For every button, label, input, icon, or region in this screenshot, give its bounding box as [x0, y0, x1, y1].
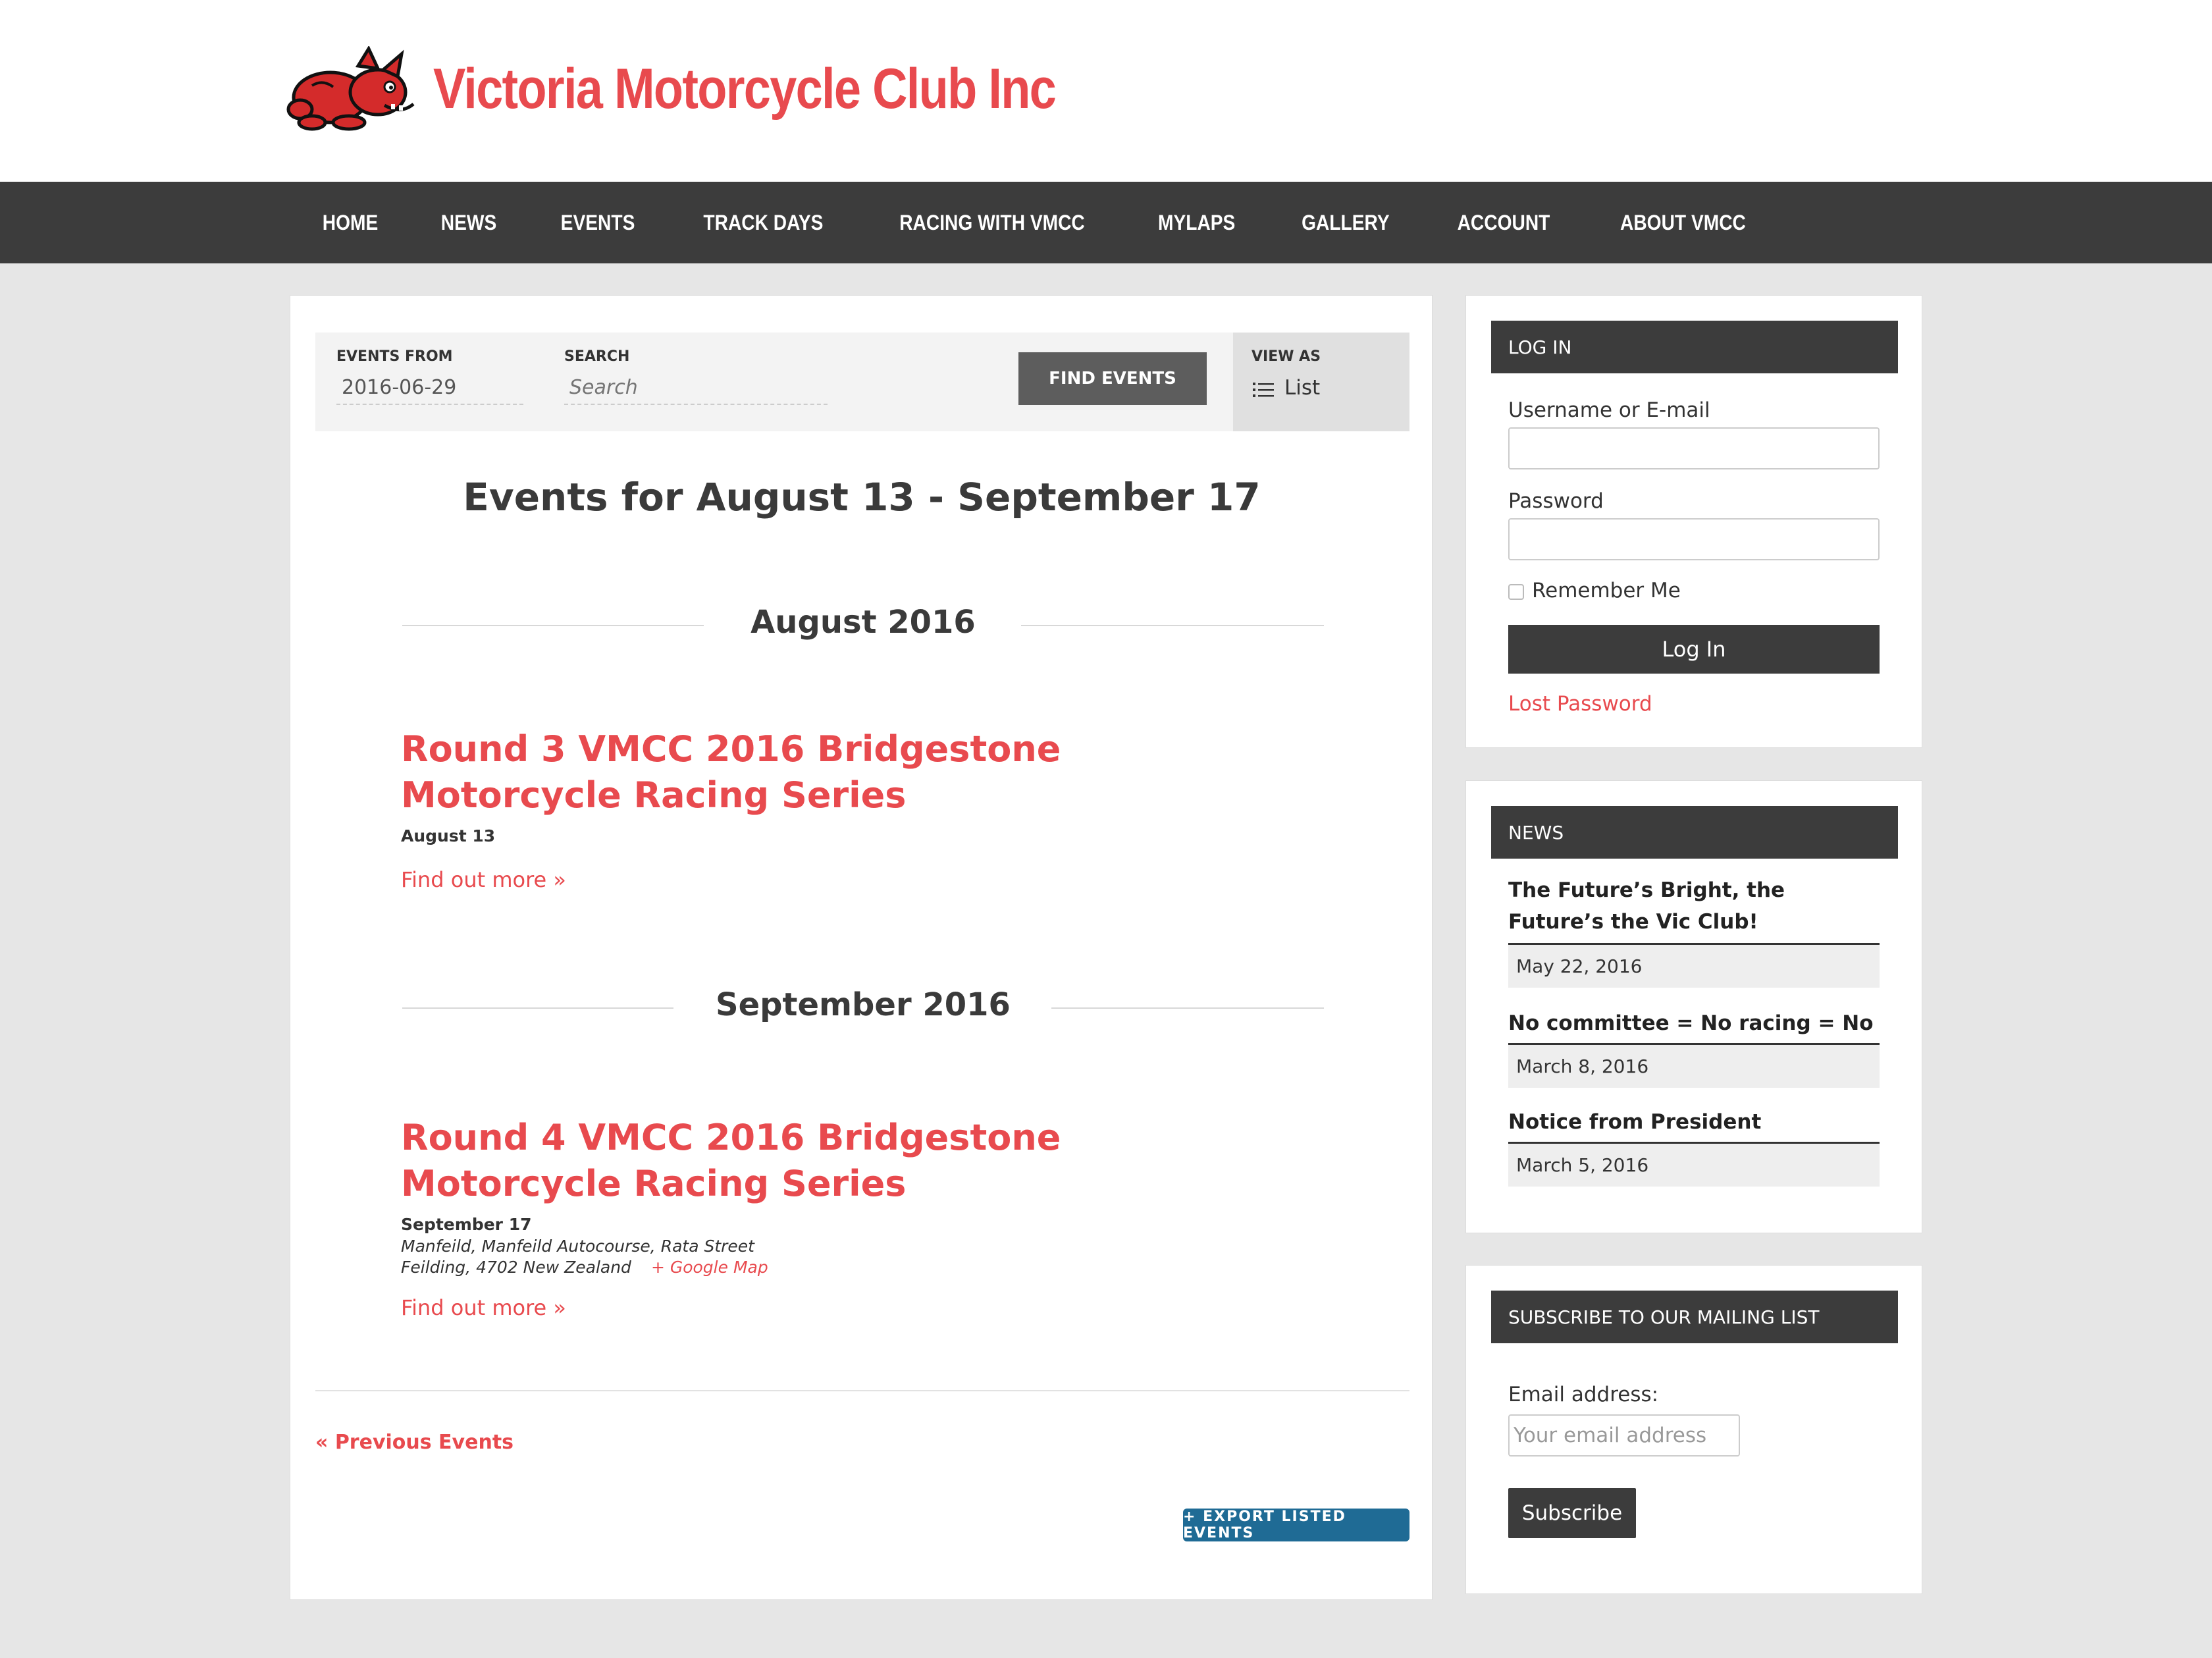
news-item-date: March 5, 2016	[1508, 1142, 1880, 1187]
event-date: August 13	[401, 826, 496, 845]
nav-home[interactable]: HOME	[323, 211, 378, 235]
list-icon	[1253, 383, 1274, 397]
events-filter-bar: EVENTS FROM SEARCH FIND EVENTS VIEW AS L…	[315, 333, 1409, 431]
search-label: SEARCH	[564, 348, 630, 365]
find-out-more-link[interactable]: Find out more »	[401, 1295, 566, 1320]
export-listed-events-button[interactable]: + EXPORT LISTED EVENTS	[1183, 1509, 1409, 1541]
previous-events-link[interactable]: « Previous Events	[315, 1431, 514, 1454]
nav-racing-with-vmcc[interactable]: RACING WITH VMCC	[899, 211, 1085, 235]
login-widget-title: LOG IN	[1491, 321, 1898, 373]
news-item-date: March 8, 2016	[1508, 1043, 1880, 1088]
log-in-button[interactable]: Log In	[1508, 625, 1880, 674]
nav-news[interactable]: NEWS	[441, 211, 496, 235]
events-from-input[interactable]	[336, 371, 523, 405]
email-address-label: Email address:	[1508, 1383, 1659, 1406]
news-item-title[interactable]: Notice from President	[1508, 1106, 1880, 1138]
site-logo[interactable]: Victoria Motorcycle Club Inc	[286, 46, 1157, 132]
nav-account[interactable]: ACCOUNT	[1457, 211, 1550, 235]
find-out-more-link[interactable]: Find out more »	[401, 867, 566, 892]
events-heading: Events for August 13 - September 17	[463, 475, 1261, 520]
view-as-label: VIEW AS	[1251, 348, 1321, 365]
venue-line-2: Feilding, 4702 New Zealand	[401, 1258, 631, 1277]
remember-me-label: Remember Me	[1532, 579, 1681, 602]
event-venue: Manfeild, Manfeild Autocourse, Rata Stre…	[401, 1236, 768, 1278]
month-label: August 2016	[750, 604, 976, 641]
main-nav: HOME NEWS EVENTS TRACK DAYS RACING WITH …	[0, 182, 2212, 263]
event-title-link[interactable]: Round 4 VMCC 2016 Bridgestone Motorcycle…	[401, 1115, 1283, 1207]
event-date: September 17	[401, 1215, 532, 1234]
news-item-title[interactable]: The Future’s Bright, the Future’s the Vi…	[1508, 874, 1880, 938]
bulldog-logo-icon	[286, 46, 415, 131]
find-events-button[interactable]: FIND EVENTS	[1018, 352, 1207, 405]
month-separator: August 2016	[402, 599, 1324, 651]
password-input[interactable]	[1508, 518, 1880, 560]
login-widget: LOG IN Username or E-mail Password Remem…	[1465, 295, 1922, 748]
view-as-value: List	[1284, 376, 1321, 400]
password-label: Password	[1508, 489, 1604, 513]
news-widget: NEWS The Future’s Bright, the Future’s t…	[1465, 780, 1922, 1233]
nav-about-vmcc[interactable]: ABOUT VMCC	[1620, 211, 1746, 235]
venue-line-1: Manfeild, Manfeild Autocourse, Rata Stre…	[401, 1237, 754, 1256]
nav-mylaps[interactable]: MYLAPS	[1158, 211, 1235, 235]
email-address-input[interactable]: Your email address	[1508, 1414, 1740, 1457]
events-panel: EVENTS FROM SEARCH FIND EVENTS VIEW AS L…	[290, 295, 1433, 1600]
mailing-list-widget: SUBSCRIBE TO OUR MAILING LIST Email addr…	[1465, 1265, 1922, 1594]
month-separator: September 2016	[402, 981, 1324, 1034]
username-input[interactable]	[1508, 427, 1880, 469]
month-label: September 2016	[716, 986, 1011, 1023]
nav-events[interactable]: EVENTS	[561, 211, 635, 235]
events-from-label: EVENTS FROM	[336, 348, 453, 365]
news-item-date: May 22, 2016	[1508, 943, 1880, 988]
username-label: Username or E-mail	[1508, 398, 1710, 422]
remember-me-checkbox[interactable]	[1508, 584, 1524, 600]
subscribe-button[interactable]: Subscribe	[1508, 1488, 1636, 1538]
divider	[315, 1390, 1409, 1391]
event-title-link[interactable]: Round 3 VMCC 2016 Bridgestone Motorcycle…	[401, 726, 1283, 818]
view-as-selector[interactable]: VIEW AS List	[1233, 333, 1409, 431]
nav-gallery[interactable]: GALLERY	[1302, 211, 1389, 235]
search-input[interactable]	[564, 371, 828, 405]
news-widget-title: NEWS	[1491, 806, 1898, 859]
lost-password-link[interactable]: Lost Password	[1508, 692, 1652, 716]
mailing-widget-title: SUBSCRIBE TO OUR MAILING LIST	[1491, 1291, 1898, 1343]
nav-track-days[interactable]: TRACK DAYS	[703, 211, 823, 235]
google-map-link[interactable]: + Google Map	[651, 1258, 768, 1277]
site-header: Victoria Motorcycle Club Inc	[0, 0, 2212, 182]
site-title[interactable]: Victoria Motorcycle Club Inc	[433, 57, 1057, 122]
